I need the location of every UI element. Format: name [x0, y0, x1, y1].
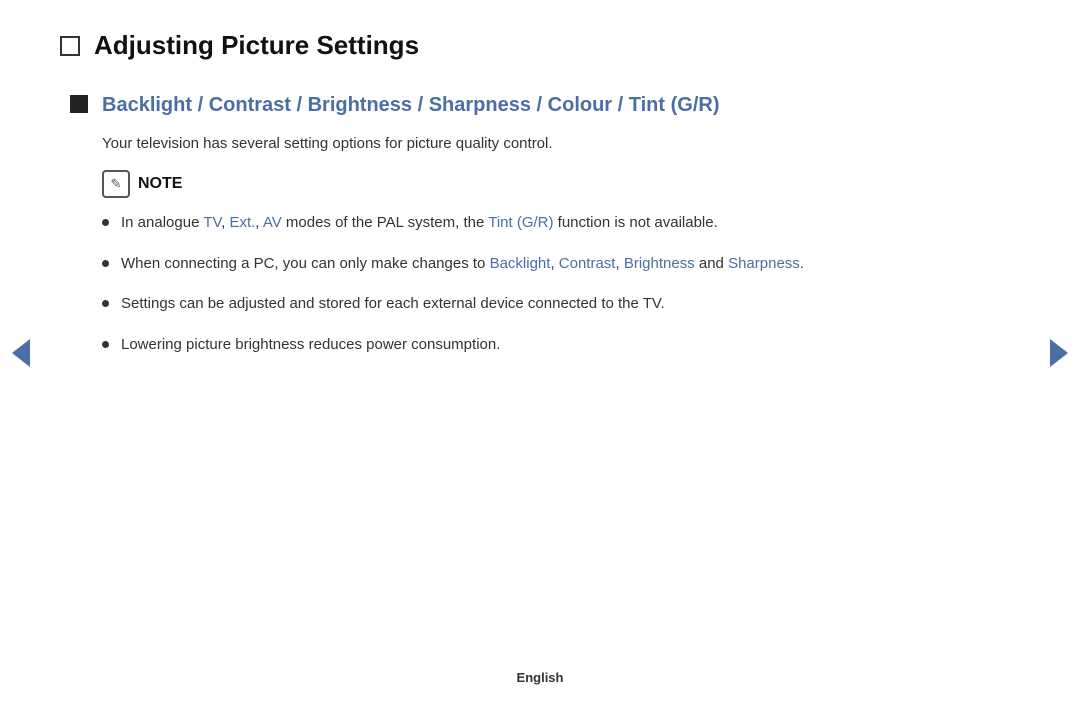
footer-language: English [517, 670, 564, 685]
section: Backlight / Contrast / Brightness / Shar… [70, 91, 1000, 356]
inline-link-brightness: Brightness [624, 255, 695, 272]
bullet-dot [102, 300, 109, 307]
section-description: Your television has several setting opti… [102, 135, 1000, 152]
page-title: Adjusting Picture Settings [94, 30, 419, 61]
nav-arrow-left[interactable] [12, 339, 30, 367]
section-bullet-square [70, 95, 88, 113]
bullet-text-2: When connecting a PC, you can only make … [121, 253, 1000, 276]
bullet-dot [102, 260, 109, 267]
list-item: When connecting a PC, you can only make … [102, 253, 1000, 276]
note-header: ✎ NOTE [102, 170, 1000, 198]
list-item: Lowering picture brightness reduces powe… [102, 334, 1000, 357]
page-title-row: Adjusting Picture Settings [60, 30, 1000, 61]
bullet-text-3: Settings can be adjusted and stored for … [121, 293, 1000, 316]
page-container: Adjusting Picture Settings Backlight / C… [0, 0, 1080, 705]
note-block: ✎ NOTE In analogue TV, Ext., AV modes of… [102, 170, 1000, 356]
checkbox-icon [60, 36, 80, 56]
bullet-text-1: In analogue TV, Ext., AV modes of the PA… [121, 212, 1000, 235]
note-label: NOTE [138, 175, 182, 193]
bullet-text-4: Lowering picture brightness reduces powe… [121, 334, 1000, 357]
bullet-list: In analogue TV, Ext., AV modes of the PA… [102, 212, 1000, 356]
inline-link-av: AV [263, 214, 282, 231]
inline-link-tint: Tint (G/R) [488, 214, 553, 231]
list-item: In analogue TV, Ext., AV modes of the PA… [102, 212, 1000, 235]
bullet-dot [102, 219, 109, 226]
inline-link-backlight: Backlight [490, 255, 551, 272]
note-icon: ✎ [102, 170, 130, 198]
inline-link-contrast: Contrast [559, 255, 616, 272]
nav-arrow-right[interactable] [1050, 339, 1068, 367]
section-title: Backlight / Contrast / Brightness / Shar… [102, 91, 719, 119]
inline-link-tv: TV [203, 214, 221, 231]
inline-link-ext: Ext. [229, 214, 255, 231]
bullet-dot [102, 341, 109, 348]
section-header-row: Backlight / Contrast / Brightness / Shar… [70, 91, 1000, 119]
list-item: Settings can be adjusted and stored for … [102, 293, 1000, 316]
section-title-text: Backlight / Contrast / Brightness / Shar… [102, 94, 719, 116]
inline-link-sharpness: Sharpness [728, 255, 800, 272]
